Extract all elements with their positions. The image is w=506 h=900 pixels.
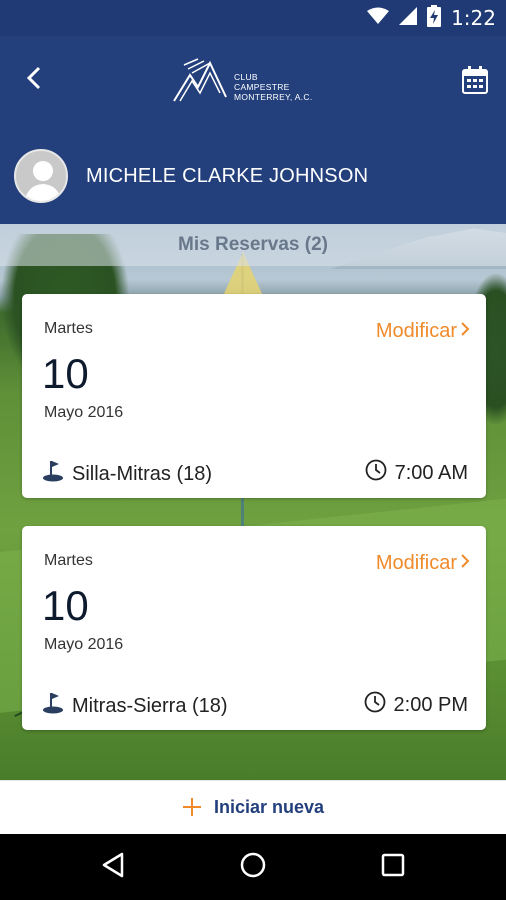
calendar-icon xyxy=(462,66,488,98)
reservation-card[interactable]: Martes 10 Mayo 2016 Modificar Mitras-Sie… xyxy=(22,526,486,730)
status-bar: 1:22 xyxy=(0,0,506,36)
nav-back-button[interactable] xyxy=(96,850,130,884)
user-name: MICHELE CLARKE JOHNSON xyxy=(86,164,369,187)
course-info: Silla-Mitras (18) xyxy=(42,459,212,489)
wifi-icon xyxy=(367,7,390,30)
nav-recents-button[interactable] xyxy=(376,850,410,884)
reservation-time: 7:00 AM xyxy=(365,459,468,487)
plus-icon xyxy=(182,793,202,823)
profile-bar: MICHELE CLARKE JOHNSON xyxy=(0,128,506,224)
reservation-day: Martes xyxy=(44,320,93,337)
chevron-right-icon xyxy=(460,552,470,575)
status-time: 1:22 xyxy=(451,6,496,30)
avatar xyxy=(14,149,68,203)
course-name: Silla-Mitras (18) xyxy=(72,462,213,485)
signal-icon xyxy=(399,6,418,30)
time-value: 7:00 AM xyxy=(394,461,468,484)
club-logo: CLUB CAMPESTRE MONTERREY, A.C. xyxy=(170,54,340,110)
golf-flag-icon xyxy=(42,691,66,721)
reservation-date: 10 xyxy=(42,350,89,397)
modify-label: Modificar xyxy=(375,320,457,342)
back-triangle-icon xyxy=(101,852,125,883)
club-logo-icon xyxy=(170,55,228,110)
chevron-right-icon xyxy=(460,320,470,343)
app-bar: CLUB CAMPESTRE MONTERREY, A.C. xyxy=(0,36,506,128)
back-button[interactable] xyxy=(14,60,54,100)
calendar-button[interactable] xyxy=(462,66,488,94)
course-info: Mitras-Sierra (18) xyxy=(42,691,228,721)
reservation-card[interactable]: Martes 10 Mayo 2016 Modificar Silla-Mitr… xyxy=(22,294,486,498)
reservation-month: Mayo 2016 xyxy=(44,636,124,653)
section-title: Mis Reservas (2) xyxy=(178,234,328,255)
golf-flag-icon xyxy=(42,459,66,489)
time-value: 2:00 PM xyxy=(393,693,468,716)
new-reservation-button[interactable]: Iniciar nueva xyxy=(0,780,506,834)
recents-square-icon xyxy=(381,853,405,882)
battery-charging-icon xyxy=(427,4,442,32)
new-reservation-label: Iniciar nueva xyxy=(213,797,325,817)
reservation-date: 10 xyxy=(42,582,89,629)
reservation-time: 2:00 PM xyxy=(364,691,468,719)
nav-home-button[interactable] xyxy=(236,850,270,884)
club-logo-text: CLUB CAMPESTRE MONTERREY, A.C. xyxy=(234,72,313,102)
reservation-month: Mayo 2016 xyxy=(44,404,124,421)
modify-label: Modificar xyxy=(375,552,457,574)
course-name: Mitras-Sierra (18) xyxy=(72,694,228,717)
clock-icon xyxy=(364,691,386,719)
modify-button[interactable]: Modificar xyxy=(376,320,470,343)
back-arrow-icon xyxy=(26,66,42,95)
home-circle-icon xyxy=(239,851,267,884)
section-header: Mis Reservas (2) xyxy=(0,224,506,266)
reservation-day: Martes xyxy=(44,552,93,569)
system-nav-bar xyxy=(0,834,506,900)
clock-icon xyxy=(365,459,387,487)
modify-button[interactable]: Modificar xyxy=(376,552,470,575)
